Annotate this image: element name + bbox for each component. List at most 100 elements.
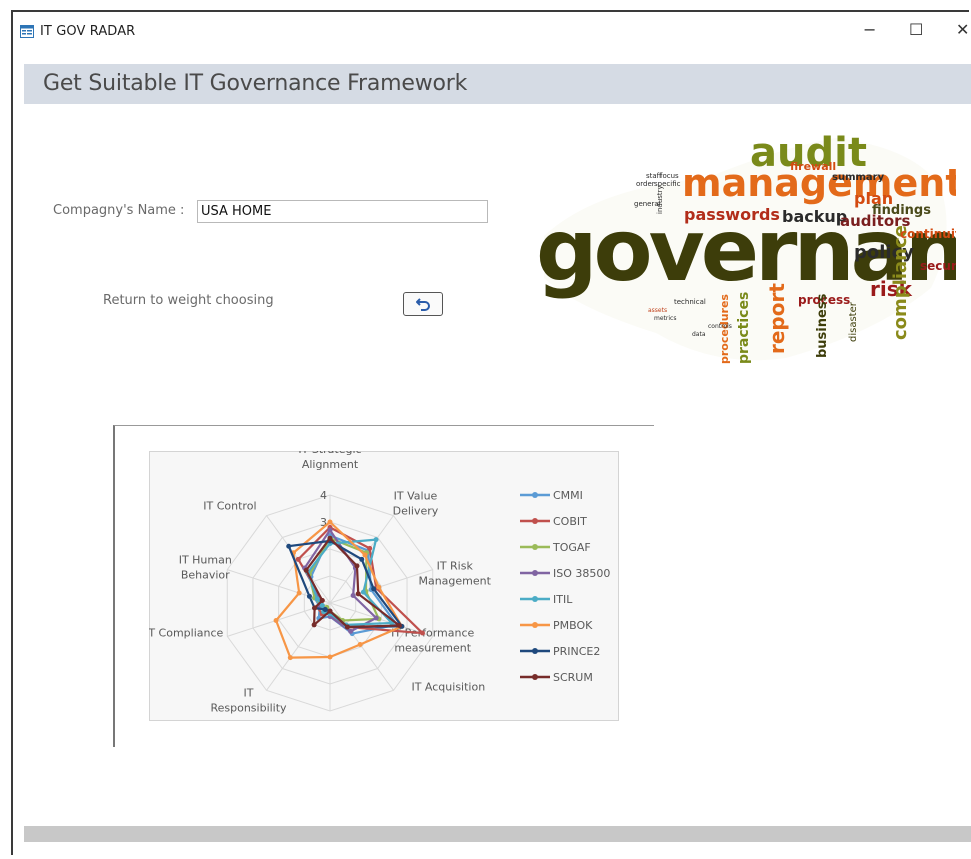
radar-spoke	[266, 602, 331, 691]
radar-axis-label: IT Acquisition	[411, 680, 485, 693]
radar-axis-label: Alignment	[302, 458, 359, 471]
legend-swatch-marker	[532, 648, 538, 654]
radar-point	[344, 624, 350, 630]
cloud-word-disaster: disaster	[848, 301, 859, 342]
radar-point	[287, 655, 293, 661]
radar-tick-label: 4	[320, 489, 327, 502]
radar-point	[419, 630, 425, 636]
radar-point	[296, 590, 302, 596]
legend-entry-label: ITIL	[553, 593, 573, 606]
cloud-word-business: business	[815, 293, 830, 358]
minimize-button[interactable]: −	[863, 22, 876, 38]
cloud-word-controls: controls	[708, 323, 732, 330]
radar-point	[373, 537, 379, 543]
radar-point	[314, 596, 320, 602]
radar-point	[327, 654, 333, 660]
cloud-word-summary: summary	[832, 172, 885, 183]
cloud-word-data: data	[692, 331, 706, 338]
cloud-word-report: report	[765, 283, 789, 354]
cloud-word-compliance: compliance	[890, 225, 911, 340]
radar-axis-label: Delivery	[393, 505, 439, 518]
return-label: Return to weight choosing	[103, 293, 274, 308]
legend-entry-label: TOGAF	[552, 541, 591, 554]
radar-point	[303, 567, 309, 573]
legend-entry-label: CMMI	[553, 489, 583, 502]
radar-axis-label: Responsibility	[210, 701, 287, 714]
radar-axis-label: IT Performance	[391, 626, 474, 639]
radar-point	[322, 607, 328, 613]
cloud-word-industry: industry	[656, 185, 664, 214]
radar-point	[306, 593, 312, 599]
radar-point	[319, 597, 325, 603]
form-icon	[20, 25, 34, 38]
title-bar	[14, 12, 971, 64]
legend-entry-label: ISO 38500	[553, 567, 610, 580]
radar-axis-label: IT Human	[179, 554, 232, 567]
radar-point	[355, 591, 361, 597]
cloud-word-firewall: firewall	[790, 160, 836, 173]
cloud-word-assets: assets	[648, 307, 667, 314]
radar-point	[376, 584, 382, 590]
radar-point	[312, 605, 318, 611]
radar-point	[327, 519, 333, 525]
radar-axis-label: IT Risk	[437, 560, 474, 573]
radar-chart: 34IT StrategicAlignmentIT ValueDeliveryI…	[149, 451, 610, 714]
radar-point	[327, 535, 333, 541]
radar-point	[360, 589, 366, 595]
company-name-field[interactable]	[197, 200, 488, 223]
radar-point	[311, 622, 317, 628]
legend-entry-label: COBIT	[553, 515, 587, 528]
undo-arrow-icon	[416, 298, 430, 311]
radar-axis-label: Management	[418, 575, 491, 588]
radar-point	[354, 563, 360, 569]
legend-swatch-marker	[532, 622, 538, 628]
close-button[interactable]: ✕	[956, 22, 969, 38]
cloud-word-security: security	[920, 259, 956, 273]
radar-point	[273, 618, 279, 624]
form-footer	[24, 826, 971, 842]
radar-axis-label: IT Value	[394, 490, 438, 503]
radar-point	[357, 642, 363, 648]
return-button[interactable]	[403, 292, 443, 316]
company-name-label: Compagny's Name :	[53, 203, 185, 218]
legend-entry-label: PMBOK	[553, 619, 593, 632]
cloud-word-continuity: continuity	[900, 227, 956, 241]
cloud-word-backup: backup	[782, 207, 847, 226]
radar-point	[327, 527, 333, 533]
radar-point	[319, 603, 325, 609]
radar-axis-label: IT	[244, 686, 254, 699]
radar-point	[286, 543, 292, 549]
legend-entry-label: PRINCE2	[553, 645, 600, 658]
legend-swatch-marker	[532, 492, 538, 498]
legend-entry-label: SCRUM	[553, 671, 593, 684]
radar-axis-label: IT Compliance	[149, 626, 224, 639]
radar-point	[348, 628, 354, 634]
cloud-word-passwords: passwords	[684, 205, 780, 224]
radar-point	[373, 615, 379, 621]
cloud-word-metrics: metrics	[654, 315, 676, 322]
radar-axis-label: IT Strategic	[298, 451, 361, 456]
radar-point	[396, 623, 402, 629]
legend-swatch-marker	[532, 518, 538, 524]
radar-point	[350, 592, 356, 598]
radar-point	[371, 586, 377, 592]
radar-axis-label: IT Control	[203, 500, 256, 513]
legend-swatch-marker	[532, 596, 538, 602]
legend-swatch-marker	[532, 544, 538, 550]
legend-swatch-marker	[532, 674, 538, 680]
maximize-button[interactable]: ☐	[909, 22, 923, 38]
cloud-word-findings: findings	[872, 203, 931, 218]
cloud-word-practices: practices	[736, 292, 752, 364]
radar-axis-label: measurement	[394, 641, 471, 654]
radar-point	[362, 552, 368, 558]
legend-swatch-marker	[532, 570, 538, 576]
window-title: IT GOV RADAR	[40, 24, 136, 39]
form-title: Get Suitable IT Governance Framework	[43, 71, 468, 96]
form-header: Get Suitable IT Governance Framework	[24, 64, 971, 104]
cloud-word-technical: technical	[674, 298, 706, 306]
radar-axis-label: Behavior	[181, 569, 230, 582]
cloud-word-focus: focus	[660, 172, 679, 180]
radar-point	[327, 608, 333, 614]
radar-point	[367, 545, 373, 551]
radar-point	[295, 556, 301, 562]
